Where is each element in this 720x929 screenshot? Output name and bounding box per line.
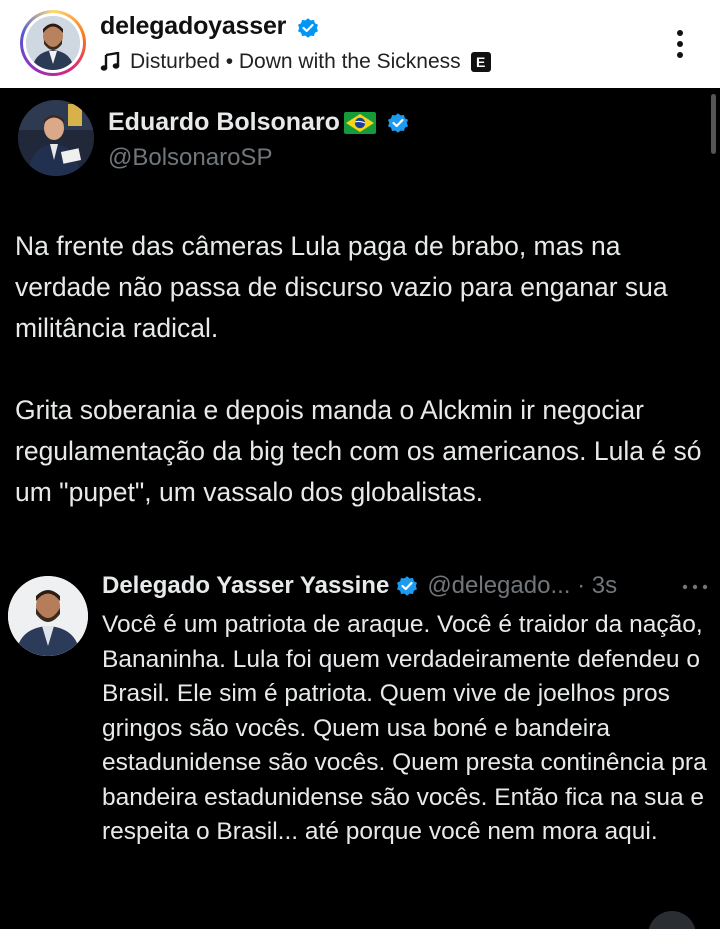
tweet-text: Na frente das câmeras Lula paga de brabo…	[15, 226, 705, 513]
reply-author-avatar[interactable]	[8, 576, 88, 656]
profile-avatar[interactable]	[20, 10, 86, 76]
tweet-paragraph: Grita soberania e depois manda o Alckmin…	[15, 395, 702, 507]
reply-handle-timestamp[interactable]: @delegado... · 3s	[427, 572, 617, 600]
reply-author-name[interactable]: Delegado Yasser Yassine	[102, 572, 389, 600]
post-header: delegadoyasser Disturbed • Down with the…	[0, 0, 720, 88]
verified-badge-icon	[298, 18, 318, 38]
tweet-screenshot: Eduardo Bolsonaro @BolsonaroSP Na frente…	[0, 88, 720, 929]
audio-track-label: Disturbed • Down with the Sickness	[130, 50, 461, 73]
reply-text: Você é um patriota de araque. Você é tra…	[102, 611, 707, 845]
verified-badge-icon	[387, 112, 408, 133]
username[interactable]: delegadoyasser	[100, 12, 286, 41]
audio-track[interactable]: Disturbed • Down with the Sickness E	[100, 50, 491, 74]
scrollbar[interactable]	[711, 94, 716, 154]
music-note-icon	[100, 52, 120, 71]
tweet-paragraph: Na frente das câmeras Lula paga de brabo…	[15, 231, 668, 343]
more-vertical-icon[interactable]	[668, 28, 692, 60]
explicit-icon: E	[470, 52, 491, 72]
reply-header: Delegado Yasser Yassine @delegado... · 3…	[102, 572, 617, 600]
verified-badge-icon	[397, 576, 418, 596]
floating-action-button[interactable]	[648, 911, 696, 929]
more-horizontal-icon[interactable]	[680, 582, 710, 592]
brazil-flag-icon	[343, 111, 376, 134]
tweet-author-name[interactable]: Eduardo Bolsonaro	[108, 108, 340, 137]
tweet-author-row: Eduardo Bolsonaro	[108, 108, 410, 137]
tweet-author-handle[interactable]: @BolsonaroSP	[108, 144, 272, 172]
tweet-author-avatar[interactable]	[18, 100, 94, 176]
